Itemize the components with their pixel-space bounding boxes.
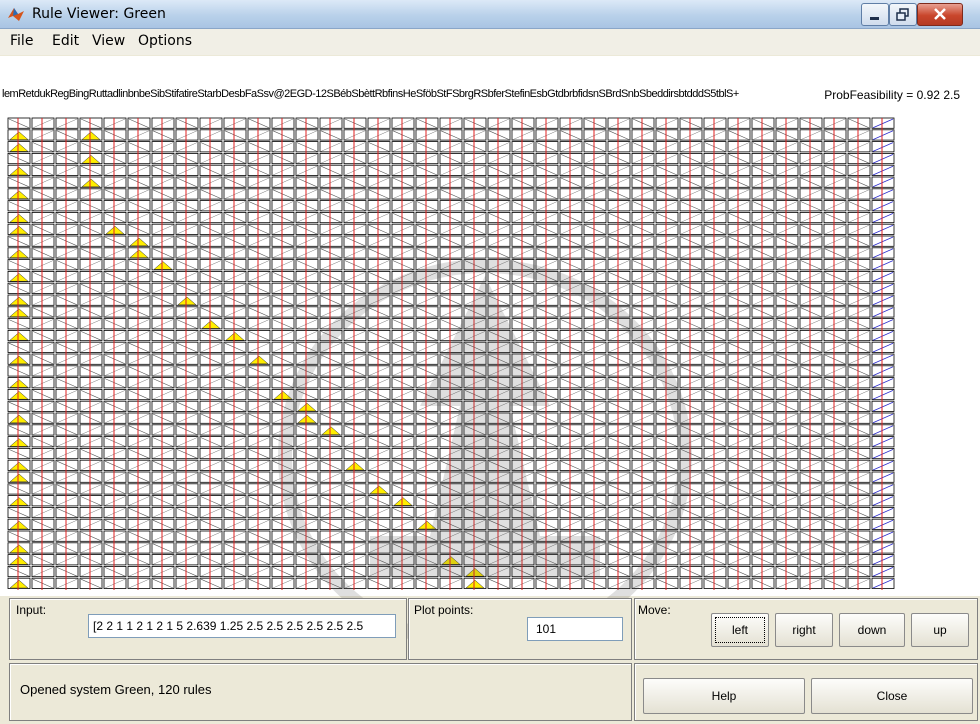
restore-button[interactable] (889, 3, 917, 26)
move-down-button[interactable]: down (839, 613, 905, 647)
menu-bar: File Edit View Options (0, 29, 980, 55)
help-button[interactable]: Help (643, 678, 805, 714)
plot-points-label: Plot points: (414, 603, 474, 617)
move-right-button[interactable]: right (775, 613, 833, 647)
rule-plot-area: lemRetdukRegBingRuttadlinbnbeSibStifatir… (0, 56, 980, 653)
move-label: Move: (638, 603, 671, 617)
minimize-button[interactable] (861, 3, 889, 26)
menu-options[interactable]: Options (138, 33, 192, 49)
move-up-button[interactable]: up (911, 613, 969, 647)
plot-points-field[interactable]: 101 (527, 617, 623, 641)
watermark-seal (278, 259, 692, 653)
menu-file[interactable]: File (10, 33, 33, 49)
move-left-button[interactable]: left (711, 613, 769, 647)
window-title: Rule Viewer: Green (32, 6, 166, 22)
status-message: Opened system Green, 120 rules (20, 682, 212, 697)
input-panel: Input: [2 2 1 1 2 1 2 1 5 2.639 1.25 2.5… (9, 598, 407, 660)
menu-edit[interactable]: Edit (52, 33, 79, 49)
matlab-logo-icon (8, 8, 24, 21)
close-icon (934, 8, 946, 20)
menu-view[interactable]: View (92, 33, 125, 49)
minimize-icon (870, 17, 879, 20)
close-window-button[interactable] (917, 3, 963, 26)
status-panel: Opened system Green, 120 rules (9, 663, 632, 721)
close-button[interactable]: Close (811, 678, 973, 714)
title-bar: Rule Viewer: Green (0, 0, 980, 29)
plot-points-panel: Plot points: 101 (408, 598, 632, 660)
action-panel: Help Close (634, 663, 978, 721)
input-field[interactable]: [2 2 1 1 2 1 2 1 5 2.639 1.25 2.5 2.5 2.… (88, 614, 396, 638)
input-label: Input: (16, 603, 47, 617)
move-panel: Move: left right down up (634, 598, 978, 660)
restore-icon (896, 8, 909, 21)
